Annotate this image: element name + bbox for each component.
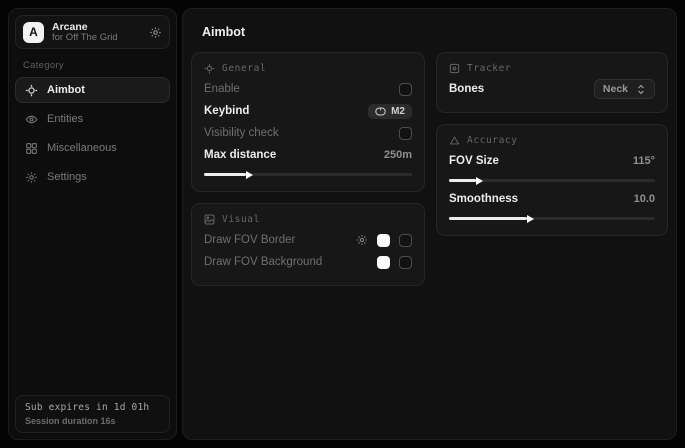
visibility-check-row: Visibility check [204, 122, 412, 144]
slider-thumb[interactable] [527, 215, 534, 223]
app-window: A Arcane for Off The Grid Category Aimbo… [0, 0, 685, 448]
bones-row: Bones Neck [449, 78, 655, 100]
max-distance-value: 250m [384, 149, 412, 161]
max-distance-slider[interactable] [204, 173, 412, 176]
enable-row: Enable [204, 78, 412, 100]
slider-thumb[interactable] [246, 171, 253, 179]
draw-fov-background-row: Draw FOV Background [204, 251, 412, 273]
app-subtitle: for Off The Grid [52, 33, 141, 44]
subscription-info-box: Sub expires in 1d 01h Session duration 1… [15, 395, 170, 433]
enable-label: Enable [204, 83, 240, 95]
slider-thumb[interactable] [476, 177, 483, 185]
grid-icon [25, 142, 38, 155]
general-card-header: General [204, 63, 412, 74]
visual-card: Visual Draw FOV Border [191, 203, 425, 286]
eye-icon [25, 113, 38, 126]
general-card: General Enable Keybind [191, 52, 425, 192]
sidebar-item-label: Entities [47, 113, 83, 125]
triangle-icon [449, 135, 460, 146]
card-header-label: General [222, 63, 266, 74]
fov-size-value: 115° [633, 155, 655, 167]
sidebar: A Arcane for Off The Grid Category Aimbo… [8, 8, 177, 440]
settings-gear-icon[interactable] [149, 26, 162, 39]
bones-label: Bones [449, 83, 484, 95]
sidebar-item-label: Settings [47, 171, 87, 183]
sidebar-item-label: Miscellaneous [47, 142, 117, 154]
app-name: Arcane [52, 21, 141, 33]
bones-selected-value: Neck [603, 83, 628, 95]
page-title: Aimbot [202, 25, 668, 39]
fov-border-color-swatch[interactable] [377, 234, 390, 247]
card-header-label: Visual [222, 214, 260, 225]
sidebar-spacer [15, 193, 170, 395]
crosshair-icon [204, 63, 215, 74]
session-duration-text: Session duration 16s [25, 416, 160, 426]
card-header-label: Tracker [467, 63, 511, 74]
keybind-button[interactable]: M2 [368, 104, 412, 119]
accuracy-card-header: Accuracy [449, 135, 655, 146]
fov-size-label: FOV Size [449, 155, 499, 167]
slider-fill [449, 179, 476, 182]
visibility-check-label: Visibility check [204, 127, 279, 139]
app-logo: A [23, 22, 44, 43]
smoothness-row: Smoothness 10.0 [449, 188, 655, 210]
max-distance-row: Max distance 250m [204, 144, 412, 166]
draw-fov-border-checkbox[interactable] [399, 234, 412, 247]
sub-expires-text: Sub expires in 1d 01h [25, 402, 160, 413]
gear-icon [25, 171, 38, 184]
draw-fov-border-row: Draw FOV Border [204, 229, 412, 251]
sidebar-item-label: Aimbot [47, 84, 85, 96]
tracker-card: Tracker Bones Neck [436, 52, 668, 113]
fov-border-settings-gear-icon[interactable] [356, 234, 368, 246]
draw-fov-background-checkbox[interactable] [399, 256, 412, 269]
updown-arrows-icon [636, 84, 646, 95]
mouse-icon [375, 107, 386, 116]
sidebar-item-miscellaneous[interactable]: Miscellaneous [15, 135, 170, 161]
bones-select[interactable]: Neck [594, 79, 655, 99]
app-title-block: Arcane for Off The Grid [52, 21, 141, 44]
sidebar-item-entities[interactable]: Entities [15, 106, 170, 132]
slider-fill [204, 173, 246, 176]
smoothness-slider[interactable] [449, 217, 655, 220]
smoothness-label: Smoothness [449, 193, 518, 205]
slider-fill [449, 217, 527, 220]
crosshair-icon [25, 84, 38, 97]
fov-background-color-swatch[interactable] [377, 256, 390, 269]
card-header-label: Accuracy [467, 135, 518, 146]
smoothness-value: 10.0 [634, 193, 655, 205]
image-icon [204, 214, 215, 225]
keybind-label: Keybind [204, 105, 249, 117]
keybind-value: M2 [391, 106, 405, 117]
max-distance-label: Max distance [204, 149, 276, 161]
keybind-row: Keybind M2 [204, 100, 412, 122]
enable-checkbox[interactable] [399, 83, 412, 96]
draw-fov-background-label: Draw FOV Background [204, 256, 322, 268]
fov-size-slider[interactable] [449, 179, 655, 182]
tracker-card-header: Tracker [449, 63, 655, 74]
visual-card-header: Visual [204, 214, 412, 225]
target-box-icon [449, 63, 460, 74]
sidebar-item-settings[interactable]: Settings [15, 164, 170, 190]
fov-size-row: FOV Size 115° [449, 150, 655, 172]
main-panel: Aimbot General Enable [182, 8, 677, 440]
app-logo-card: A Arcane for Off The Grid [15, 15, 170, 49]
sidebar-item-aimbot[interactable]: Aimbot [15, 77, 170, 103]
draw-fov-border-label: Draw FOV Border [204, 234, 295, 246]
accuracy-card: Accuracy FOV Size 115° Smoothness 10.0 [436, 124, 668, 236]
visibility-check-checkbox[interactable] [399, 127, 412, 140]
category-label: Category [23, 60, 170, 71]
